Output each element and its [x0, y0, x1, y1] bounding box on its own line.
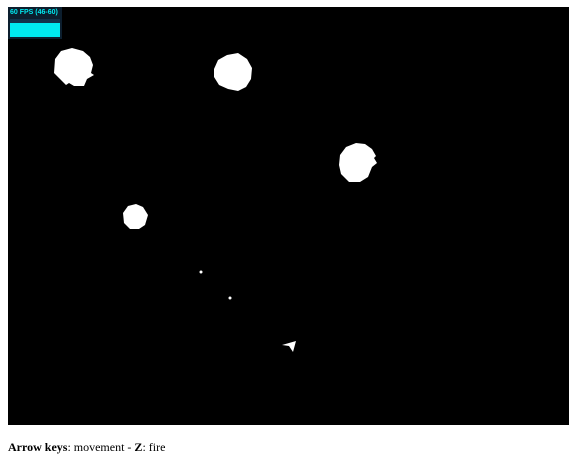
- fps-graph-fill: [10, 22, 60, 37]
- ship-icon: [282, 341, 296, 352]
- asteroid: [54, 48, 94, 86]
- asteroid: [339, 143, 377, 182]
- bullet: [228, 296, 232, 300]
- bullet: [199, 270, 203, 274]
- fire-action: : fire: [142, 440, 166, 454]
- asteroid: [214, 53, 252, 91]
- fps-graph: [10, 19, 60, 37]
- movement-action: : movement -: [67, 440, 135, 454]
- fps-meter: 60 FPS (46-60): [8, 7, 62, 39]
- movement-key: Arrow keys: [8, 440, 68, 454]
- fps-readout: 60 FPS (46-60): [10, 9, 58, 16]
- asteroid: [123, 204, 148, 229]
- game-scene: [54, 48, 377, 352]
- game-canvas[interactable]: [8, 7, 569, 425]
- controls-hint: Arrow keys: movement - Z: fire: [8, 440, 165, 454]
